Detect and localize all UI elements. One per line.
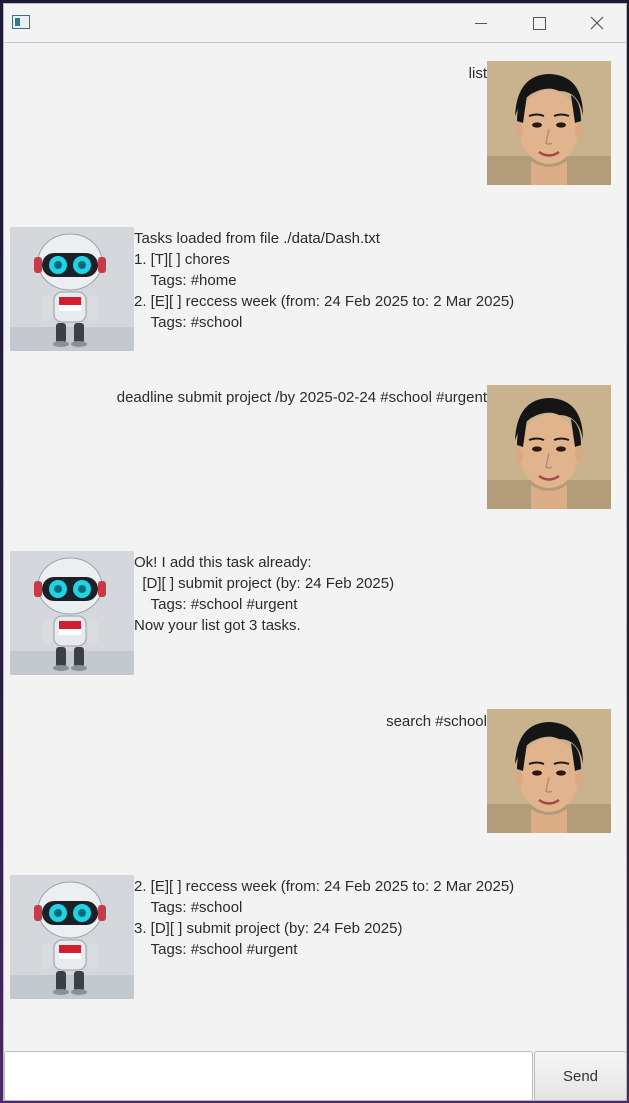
user-message-text: deadline submit project /by 2025-02-24 #… xyxy=(116,389,487,406)
user-message: deadline submit project /by 2025-02-24 #… xyxy=(4,385,626,509)
minimize-icon xyxy=(475,22,487,24)
minimize-button[interactable] xyxy=(452,4,510,42)
bot-message: Ok! I add this task already: [D][ ] subm… xyxy=(4,551,626,675)
user-message-text: list xyxy=(468,65,487,82)
bot-message-text: Ok! I add this task already: [D][ ] subm… xyxy=(134,554,395,634)
bot-message: Tasks loaded from file ./data/Dash.txt 1… xyxy=(4,227,626,351)
user-avatar-icon xyxy=(487,61,611,185)
input-bar: Send xyxy=(4,1050,626,1100)
bot-message-text: Tasks loaded from file ./data/Dash.txt 1… xyxy=(134,230,515,331)
bot-message: 2. [E][ ] reccess week (from: 24 Feb 202… xyxy=(4,875,626,999)
user-avatar-icon xyxy=(487,385,611,509)
close-button[interactable] xyxy=(568,4,626,42)
title-bar xyxy=(4,4,626,43)
close-icon xyxy=(590,16,604,30)
robot-avatar-icon xyxy=(10,227,134,351)
user-message-text: search #school xyxy=(386,713,487,730)
send-button[interactable]: Send xyxy=(534,1051,626,1100)
message-input[interactable] xyxy=(4,1051,533,1100)
app-icon xyxy=(12,15,30,29)
bot-message-text: 2. [E][ ] reccess week (from: 24 Feb 202… xyxy=(134,878,515,958)
maximize-button[interactable] xyxy=(510,4,568,42)
chat-pane[interactable]: list Tasks loaded from file ./data/Dash.… xyxy=(4,42,626,1052)
maximize-icon xyxy=(532,16,546,30)
user-message: search #school xyxy=(4,709,626,833)
user-message: list xyxy=(4,61,626,185)
app-window: list Tasks loaded from file ./data/Dash.… xyxy=(3,3,627,1101)
robot-avatar-icon xyxy=(10,875,134,999)
robot-avatar-icon xyxy=(10,551,134,675)
user-avatar-icon xyxy=(487,709,611,833)
